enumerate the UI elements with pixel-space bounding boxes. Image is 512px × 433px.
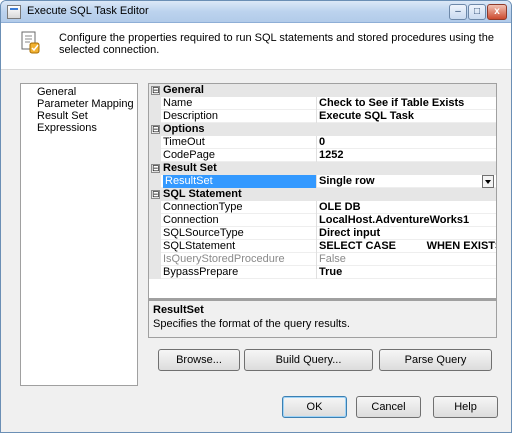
property-key: IsQueryStoredProcedure [163, 253, 317, 266]
nav-item-parameter-mapping[interactable]: Parameter Mapping [37, 98, 134, 110]
property-resultset[interactable]: ResultSet Single row [149, 175, 496, 188]
property-key: BypassPrepare [163, 266, 317, 279]
category-general[interactable]: ⊟ General [149, 84, 496, 97]
property-value[interactable]: OLE DB [318, 201, 496, 214]
maximize-button[interactable]: □ [468, 4, 486, 20]
category-result-set[interactable]: ⊟ Result Set [149, 162, 496, 175]
property-key: ConnectionType [163, 201, 317, 214]
property-value: False [319, 253, 346, 265]
category-options[interactable]: ⊟ Options [149, 123, 496, 136]
description-text: Specifies the format of the query result… [153, 318, 350, 330]
description-title: ResultSet [153, 304, 204, 316]
collapse-icon[interactable]: ⊟ [151, 190, 160, 199]
property-value[interactable]: Execute SQL Task [318, 110, 496, 123]
property-key: ResultSet [163, 175, 317, 188]
property-bypassprepare[interactable]: BypassPrepare True [149, 266, 496, 279]
category-label: SQL Statement [163, 188, 242, 200]
build-query-button[interactable]: Build Query... [244, 349, 373, 371]
property-key: Name [163, 97, 317, 110]
property-description-panel: ResultSet Specifies the format of the qu… [148, 299, 497, 338]
property-value[interactable]: Check to See if Table Exists [318, 97, 496, 110]
property-value[interactable]: 0 [318, 136, 496, 149]
collapse-icon[interactable]: ⊟ [151, 164, 160, 173]
header-panel: Configure the properties required to run… [1, 23, 511, 70]
property-key: CodePage [163, 149, 317, 162]
collapse-icon[interactable]: ⊟ [151, 125, 160, 134]
nav-item-expressions[interactable]: Expressions [37, 122, 97, 134]
category-label: Options [163, 123, 205, 135]
title-bar[interactable]: Execute SQL Task Editor – □ x [1, 1, 511, 23]
browse-button[interactable]: Browse... [158, 349, 240, 371]
parse-query-button[interactable]: Parse Query [379, 349, 492, 371]
property-key: Description [163, 110, 317, 123]
property-value[interactable]: True [318, 266, 496, 279]
property-timeout[interactable]: TimeOut 0 [149, 136, 496, 149]
nav-item-general[interactable]: General [37, 86, 76, 98]
property-value[interactable]: Direct input [318, 227, 496, 240]
property-key: SQLSourceType [163, 227, 317, 240]
execute-sql-task-editor-window: Execute SQL Task Editor – □ x Configure … [0, 0, 512, 433]
property-value[interactable]: SELECT CASE WHEN EXISTS (SELECT tab [318, 240, 496, 253]
property-isquerystoredprocedure: IsQueryStoredProcedure False [149, 253, 496, 266]
ok-button[interactable]: OK [282, 396, 347, 418]
property-codepage[interactable]: CodePage 1252 [149, 149, 496, 162]
window-icon [7, 5, 21, 19]
dropdown-arrow-icon[interactable] [482, 175, 494, 188]
property-grid: ⊟ General Name Check to See if Table Exi… [148, 83, 497, 299]
property-sqlstatement[interactable]: SQLStatement SELECT CASE WHEN EXISTS (SE… [149, 240, 496, 253]
cancel-button[interactable]: Cancel [356, 396, 421, 418]
minimize-button[interactable]: – [449, 4, 467, 20]
property-value[interactable]: LocalHost.AdventureWorks1 [318, 214, 496, 227]
window-title: Execute SQL Task Editor [27, 5, 149, 17]
page-navigation-list: General Parameter Mapping Result Set Exp… [20, 83, 138, 386]
property-connectiontype[interactable]: ConnectionType OLE DB [149, 201, 496, 214]
close-button[interactable]: x [487, 4, 507, 20]
property-name[interactable]: Name Check to See if Table Exists [149, 97, 496, 110]
category-sql-statement[interactable]: ⊟ SQL Statement [149, 188, 496, 201]
property-key: Connection [163, 214, 317, 227]
property-description[interactable]: Description Execute SQL Task [149, 110, 496, 123]
collapse-icon[interactable]: ⊟ [151, 86, 160, 95]
category-label: Result Set [163, 162, 217, 174]
header-description: Configure the properties required to run… [59, 32, 494, 56]
category-label: General [163, 84, 204, 96]
property-value[interactable]: 1252 [318, 149, 496, 162]
property-key: TimeOut [163, 136, 317, 149]
resultset-select[interactable]: Single row [318, 175, 496, 188]
property-connection[interactable]: Connection LocalHost.AdventureWorks1 [149, 214, 496, 227]
property-sqlsourcetype[interactable]: SQLSourceType Direct input [149, 227, 496, 240]
nav-item-result-set[interactable]: Result Set [37, 110, 88, 122]
property-key: SQLStatement [163, 240, 317, 253]
help-button[interactable]: Help [433, 396, 498, 418]
task-editor-icon [21, 31, 40, 54]
